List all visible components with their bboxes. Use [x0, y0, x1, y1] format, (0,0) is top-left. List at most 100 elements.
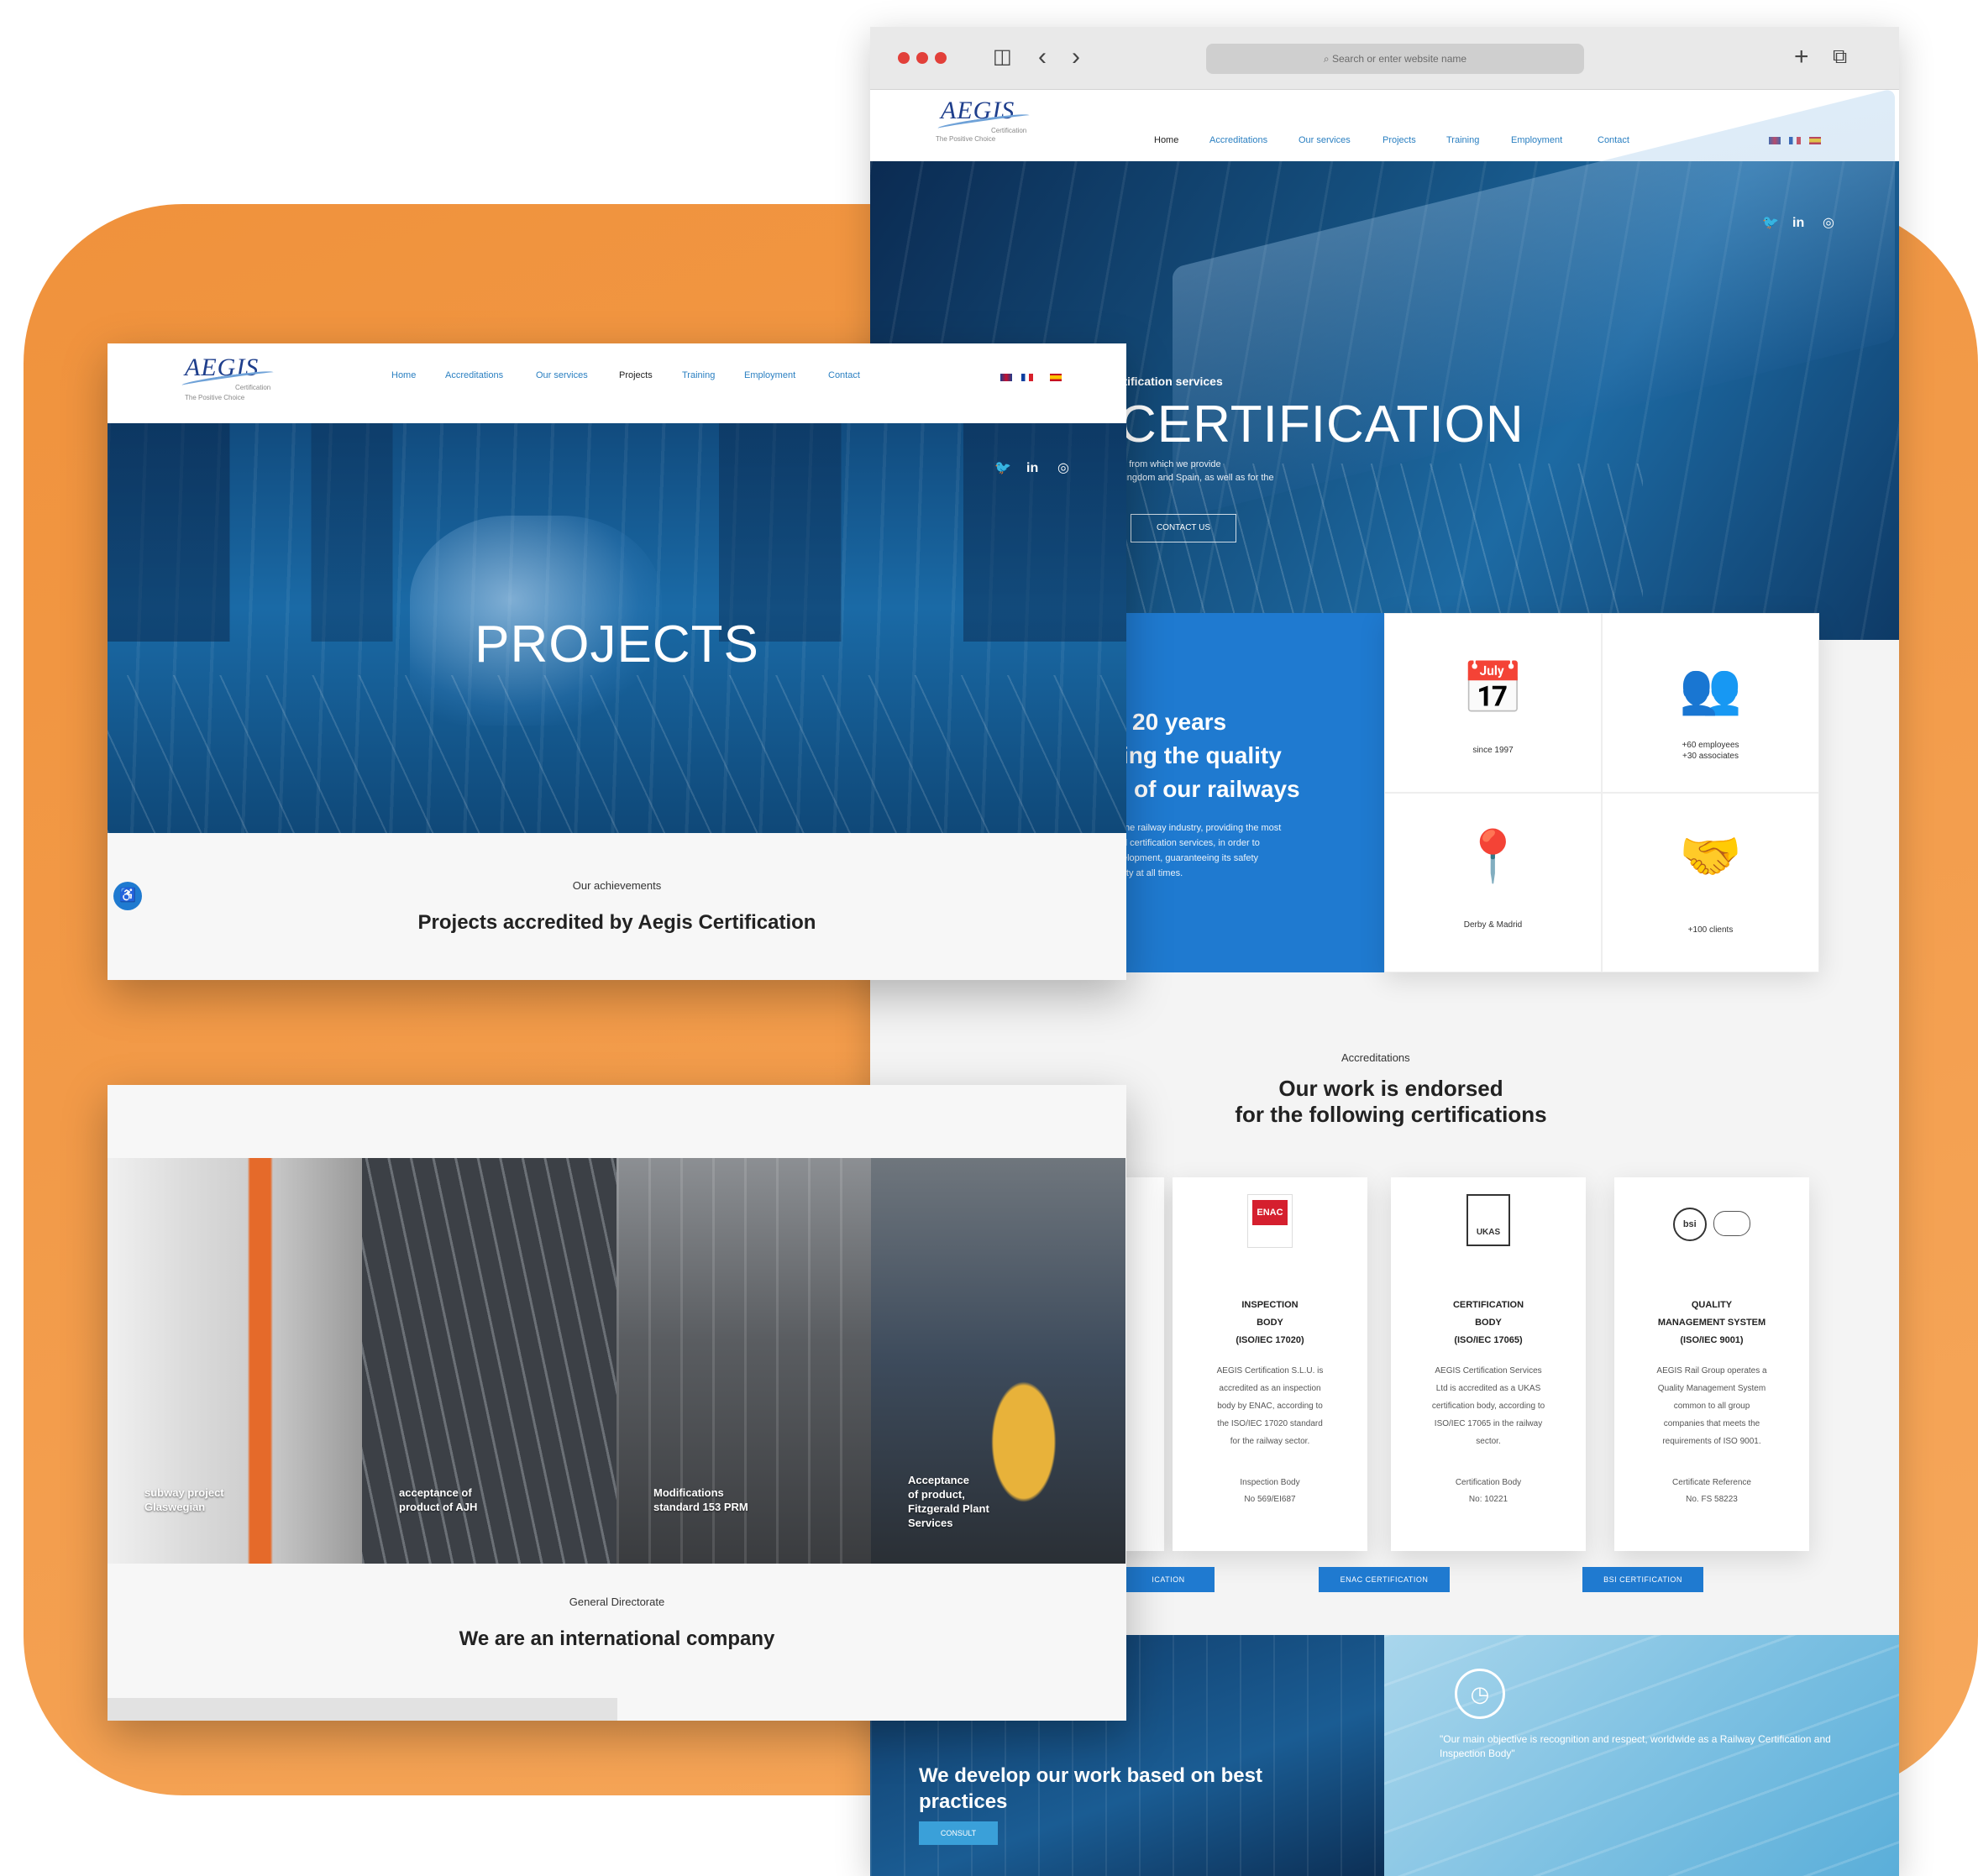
directorate-label: General Directorate — [569, 1596, 665, 1608]
nav-projects[interactable]: Projects — [619, 370, 653, 380]
nav-our-services[interactable]: Our services — [536, 370, 588, 380]
nav-our-services[interactable]: Our services — [1299, 135, 1351, 145]
instagram-icon[interactable]: ◎ — [1823, 215, 1834, 232]
new-tab-icon[interactable]: + — [1794, 42, 1809, 72]
browser-toolbar: ◫ ‹ › ⌕ Search or enter website name + ⧉ — [870, 27, 1899, 90]
flag-french-icon[interactable] — [1021, 374, 1033, 381]
gallery-footer-bar — [108, 1698, 617, 1721]
accreditations-title-line-1: Our work is endorsed — [1278, 1076, 1503, 1101]
stat-label: +100 clients — [1687, 925, 1734, 935]
site-navbar: AEGIS Certification The Positive Choice … — [108, 343, 1126, 423]
stat-label: since 1997 — [1472, 746, 1514, 755]
project-tile-ajh[interactable]: acceptance of product of AJH — [362, 1158, 616, 1564]
cert-title: QUALITY MANAGEMENT SYSTEM (ISO/IEC 9001) — [1657, 1300, 1766, 1345]
ukas-certification-button[interactable]: ICATION — [1122, 1567, 1215, 1592]
achievements-title: Projects accredited by Aegis Certificati… — [417, 911, 816, 934]
stat-clients: 🤝 +100 clients — [1602, 793, 1819, 972]
logo-subtitle: Certification — [235, 384, 271, 391]
mission-quote: "Our main objective is recognition and r… — [1440, 1733, 1831, 1759]
best-practices-text: We develop our work based on best practi… — [919, 1764, 1262, 1813]
panel-text-line-2: d certification services, in order to — [1122, 838, 1260, 848]
accreditations-label: Accreditations — [1341, 1051, 1410, 1064]
panel-text-line-4: lity at all times. — [1122, 868, 1183, 878]
panel-text-line-3: elopment, guaranteeing its safety — [1122, 853, 1259, 863]
contact-us-button[interactable]: CONTACT US — [1131, 514, 1236, 542]
zoom-window-dot[interactable] — [935, 52, 947, 64]
nav-employment[interactable]: Employment — [1511, 135, 1562, 145]
flag-english-icon[interactable] — [1000, 374, 1012, 381]
minimize-window-dot[interactable] — [916, 52, 928, 64]
hero-tracks-image — [108, 675, 1126, 833]
cert-title: CERTIFICATION BODY (ISO/IEC 17065) — [1452, 1300, 1524, 1345]
project-tile-subway[interactable]: subway project Glaswegian — [108, 1158, 362, 1564]
accreditations-title-line-2: for the following certifications — [1235, 1102, 1547, 1127]
stat-founded: 📅 since 1997 — [1384, 613, 1602, 793]
stat-team: 👥 +60 employees +30 associates — [1602, 613, 1819, 793]
forward-icon[interactable]: › — [1072, 42, 1080, 72]
cert-reference: Certificate Reference No. FS 58223 — [1672, 1478, 1751, 1504]
cert-title: INSPECTION BODY (ISO/IEC 17020) — [1236, 1300, 1304, 1345]
aegis-logo[interactable]: AEGIS Certification The Positive Choice — [936, 97, 1033, 155]
bsi-certification-button[interactable]: BSI CERTIFICATION — [1582, 1567, 1703, 1592]
linkedin-icon[interactable]: in — [1026, 460, 1038, 477]
nav-employment[interactable]: Employment — [744, 370, 795, 380]
stat-offices: 📍 Derby & Madrid — [1384, 793, 1602, 972]
years-panel: 20 years ing the quality of our railways… — [1122, 613, 1384, 972]
tabs-icon[interactable]: ⧉ — [1833, 42, 1847, 72]
aegis-logo[interactable]: AEGIS Certification The Positive Choice — [181, 354, 277, 412]
close-window-dot[interactable] — [898, 52, 910, 64]
nav-training[interactable]: Training — [682, 370, 715, 380]
hero-text-line-1: d, from which we provide — [1119, 459, 1221, 469]
nav-projects[interactable]: Projects — [1383, 135, 1416, 145]
clock-icon: ◷ — [1455, 1669, 1505, 1719]
nav-contact[interactable]: Contact — [1598, 135, 1629, 145]
twitter-icon[interactable]: 🐦 — [1762, 215, 1779, 232]
nav-training[interactable]: Training — [1446, 135, 1479, 145]
panel-text-line-1: the railway industry, providing the most — [1122, 823, 1282, 833]
nav-home[interactable]: Home — [391, 370, 416, 380]
location-pins-icon: 📍 — [1461, 828, 1524, 884]
cert-description: AEGIS Certification Services Ltd is accr… — [1431, 1366, 1545, 1446]
ukas-logo-text: UKAS — [1466, 1194, 1510, 1246]
stat-label: +60 employees +30 associates — [1682, 741, 1739, 761]
search-icon: ⌕ — [1323, 53, 1332, 65]
quote-banner: ◷ "Our main objective is recognition and… — [1384, 1635, 1899, 1876]
projects-title: PROJECTS — [475, 616, 759, 673]
hero-title: CERTIFICATION — [1119, 396, 1524, 453]
nav-contact[interactable]: Contact — [828, 370, 860, 380]
handshake-icon: 🤝 — [1679, 828, 1742, 884]
stats-grid: 📅 since 1997 👥 +60 employees +30 associa… — [1384, 613, 1819, 972]
enac-logo-text: ENAC — [1252, 1200, 1288, 1225]
stat-label: Derby & Madrid — [1463, 920, 1523, 930]
tile-label: acceptance of product of AJH — [399, 1486, 478, 1513]
twitter-icon[interactable]: 🐦 — [994, 460, 1011, 477]
cert-card-enac: ENAC INSPECTION BODY (ISO/IEC 17020) AEG… — [1173, 1177, 1367, 1551]
tile-label: Acceptance of product, Fitzgerald Plant … — [908, 1474, 989, 1529]
sidebar-icon[interactable]: ◫ — [993, 42, 1012, 72]
logo-tagline: The Positive Choice — [185, 394, 245, 401]
back-icon[interactable]: ‹ — [1038, 42, 1047, 72]
consult-button[interactable]: CONSULT — [919, 1821, 998, 1845]
cert-reference: Inspection Body No 569/EI687 — [1240, 1478, 1300, 1504]
bsi-logo-text: bsi — [1672, 1208, 1707, 1241]
flag-spanish-icon[interactable] — [1050, 374, 1062, 381]
panel-title-line-3: of our railways — [1134, 776, 1300, 802]
bsi-logo: bsi — [1614, 1208, 1809, 1241]
project-tile-modifications[interactable]: Modifications standard 153 PRM — [616, 1158, 871, 1564]
nav-accreditations[interactable]: Accreditations — [1209, 135, 1267, 145]
tile-label: Modifications standard 153 PRM — [653, 1486, 748, 1513]
hero-subtitle: rtification services — [1119, 375, 1223, 388]
address-bar[interactable]: ⌕ Search or enter website name — [1206, 44, 1584, 74]
cert-card-ukas: UKAS CERTIFICATION BODY (ISO/IEC 17065) … — [1391, 1177, 1586, 1551]
enac-certification-button[interactable]: ENAC CERTIFICATION — [1319, 1567, 1450, 1592]
address-placeholder: Search or enter website name — [1331, 53, 1467, 65]
instagram-icon[interactable]: ◎ — [1057, 460, 1069, 477]
project-tile-fitzgerald[interactable]: Acceptance of product, Fitzgerald Plant … — [871, 1158, 1125, 1564]
linkedin-icon[interactable]: in — [1792, 215, 1804, 232]
cert-reference: Certification Body No: 10221 — [1455, 1478, 1522, 1504]
nav-home[interactable]: Home — [1154, 135, 1178, 145]
directorate-title: We are an international company — [459, 1627, 775, 1650]
achievements-label: Our achievements — [572, 879, 662, 892]
nav-accreditations[interactable]: Accreditations — [445, 370, 503, 380]
projects-hero: 🐦 in ◎ PROJECTS — [108, 423, 1126, 833]
